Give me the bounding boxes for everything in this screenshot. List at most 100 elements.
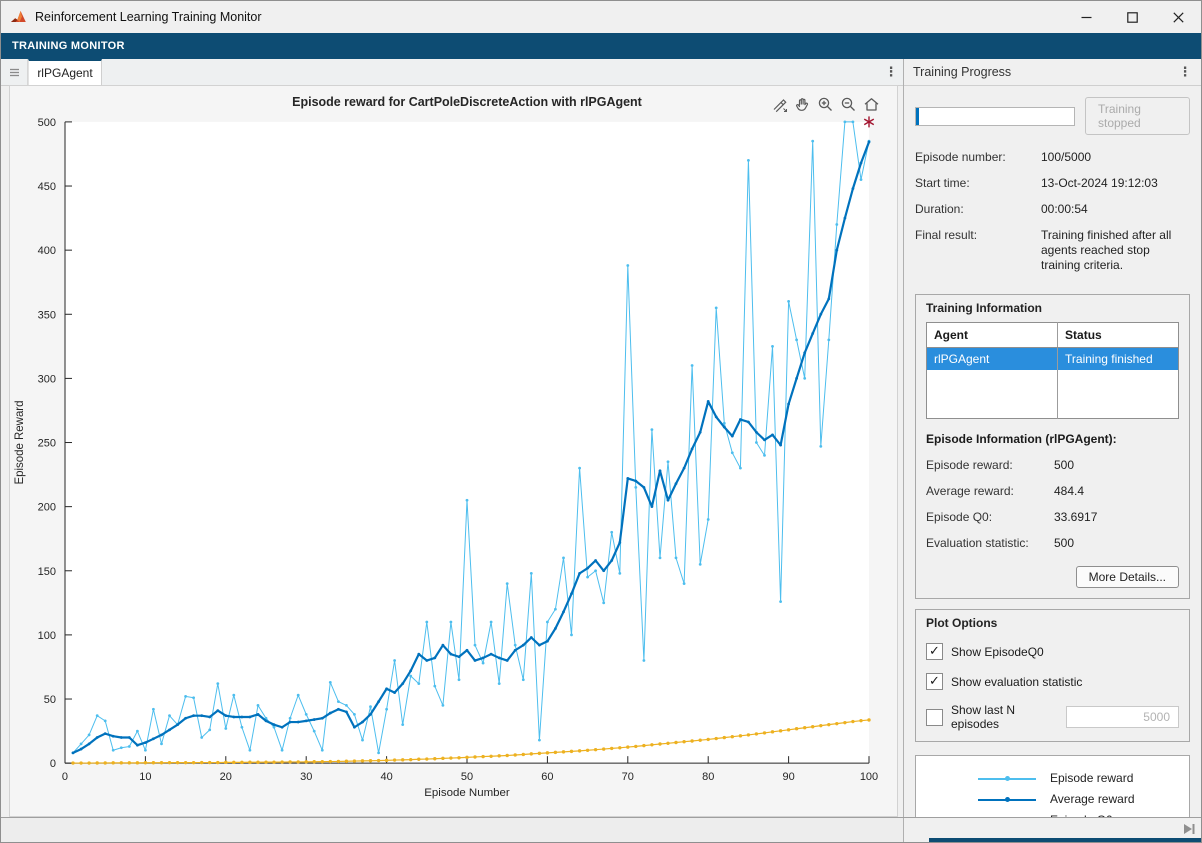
episode-information-title: Episode Information (rlPGAgent):	[926, 432, 1179, 446]
window-controls	[1063, 1, 1201, 33]
svg-text:450: 450	[38, 181, 56, 193]
field-label: Evaluation statistic:	[926, 536, 1046, 562]
checkbox-row: ✓ Show EpisodeQ0	[926, 643, 1179, 660]
cell-status: Training finished	[1058, 348, 1179, 371]
training-progress-panel: Training Progress ⋮ Training stopped Epi…	[904, 59, 1201, 817]
field-value: 500	[1054, 536, 1179, 562]
plot-options-title: Plot Options	[926, 616, 1179, 630]
field-value: 484.4	[1054, 484, 1179, 510]
checkbox-label: Show evaluation statistic	[951, 675, 1082, 689]
progress-fill	[916, 108, 919, 125]
field-value: Training finished after all agents reach…	[1041, 228, 1190, 284]
show-last-n-episodes-checkbox[interactable]	[926, 709, 943, 726]
zoom-in-icon[interactable]	[816, 95, 835, 114]
field-label: Episode Q0:	[926, 510, 1046, 536]
training-progress-bar	[915, 107, 1075, 126]
checkbox-label: Show last N episodes	[951, 703, 1058, 731]
panel-options-button[interactable]: ⋮	[1173, 65, 1197, 80]
figure-scrollbar[interactable]	[1, 818, 904, 842]
svg-text:350: 350	[38, 309, 56, 321]
table-header-status: Status	[1058, 323, 1179, 348]
more-details-button[interactable]: More Details...	[1076, 566, 1179, 588]
svg-text:400: 400	[38, 245, 56, 257]
progress-fields: Episode number: 100/5000 Start time: 13-…	[915, 150, 1190, 284]
table-empty-space	[927, 370, 1179, 419]
minimize-icon	[1081, 12, 1092, 23]
app-window: Reinforcement Learning Training Monitor …	[0, 0, 1202, 843]
training-information-title: Training Information	[926, 301, 1179, 315]
table-row[interactable]: rlPGAgent Training finished	[927, 348, 1179, 371]
training-chart: 0102030405060708090100050100150200250300…	[10, 86, 897, 816]
window-title: Reinforcement Learning Training Monitor	[35, 10, 262, 24]
show-episodeq0-checkbox[interactable]: ✓	[926, 643, 943, 660]
checkbox-row: ✓ Show evaluation statistic	[926, 673, 1179, 690]
field-value: 00:00:54	[1041, 202, 1190, 228]
field-label: Episode number:	[915, 150, 1033, 176]
zoom-out-icon[interactable]	[839, 95, 858, 114]
field-value: 100/5000	[1041, 150, 1190, 176]
axes-toolbar	[770, 95, 881, 114]
panel-title: Training Progress	[913, 65, 1011, 79]
svg-text:80: 80	[702, 771, 714, 783]
agent-status-table: Agent Status rlPGAgent Training finished	[926, 322, 1179, 419]
chart-legend: Episode reward Average reward	[915, 755, 1190, 817]
plot-options-box: Plot Options ✓ Show EpisodeQ0 ✓ Show eva…	[915, 609, 1190, 742]
svg-text:250: 250	[38, 438, 56, 450]
svg-text:150: 150	[38, 566, 56, 578]
field-label: Final result:	[915, 228, 1033, 284]
document-tabstrip: rlPGAgent ⋮	[1, 59, 903, 86]
titlebar: Reinforcement Learning Training Monitor	[1, 1, 1201, 33]
field-label: Start time:	[915, 176, 1033, 202]
restore-view-home-icon[interactable]	[862, 95, 881, 114]
training-stopped-button[interactable]: Training stopped	[1085, 97, 1190, 135]
checkbox-label: Show EpisodeQ0	[951, 645, 1044, 659]
svg-text:200: 200	[38, 502, 56, 514]
svg-text:0: 0	[50, 758, 56, 770]
legend-label: Episode reward	[1050, 771, 1133, 786]
average-reward-line-sample	[978, 794, 1036, 806]
tab-rlpgagent[interactable]: rlPGAgent	[28, 59, 102, 85]
legend-entry-average-reward: Average reward	[922, 789, 1183, 810]
training-information-box: Training Information Agent Status rlPGAg…	[915, 294, 1190, 599]
panel-body: Training stopped Episode number: 100/500…	[904, 86, 1201, 817]
svg-text:30: 30	[300, 771, 312, 783]
main-area: rlPGAgent ⋮	[1, 59, 1201, 817]
tabstrip-overflow-button[interactable]: ⋮	[879, 59, 903, 85]
svg-text:20: 20	[220, 771, 232, 783]
pan-icon[interactable]	[793, 95, 812, 114]
statusbar	[1, 817, 1201, 842]
svg-text:Episode reward for CartPoleDis: Episode reward for CartPoleDiscreteActio…	[292, 95, 642, 109]
svg-text:Episode Number: Episode Number	[424, 787, 510, 799]
field-label: Average reward:	[926, 484, 1046, 510]
n-episodes-input[interactable]	[1066, 706, 1179, 728]
close-icon	[1173, 12, 1184, 23]
document-list-icon	[9, 67, 20, 78]
matlab-logo-icon	[10, 9, 27, 25]
field-label: Episode reward:	[926, 458, 1046, 484]
svg-text:0: 0	[62, 771, 68, 783]
progress-row: Training stopped	[915, 97, 1190, 135]
svg-text:100: 100	[860, 771, 878, 783]
legend-entry-episode-reward: Episode reward	[922, 768, 1183, 789]
legend-label: Average reward	[1050, 792, 1135, 807]
svg-text:300: 300	[38, 373, 56, 385]
cell-agent: rlPGAgent	[927, 348, 1058, 371]
minimize-button[interactable]	[1063, 1, 1109, 33]
svg-text:100: 100	[38, 630, 56, 642]
document-bar-menu-button[interactable]	[1, 59, 28, 85]
window-bottom-accent	[929, 838, 1201, 842]
svg-text:500: 500	[38, 117, 56, 129]
maximize-button[interactable]	[1109, 1, 1155, 33]
show-evaluation-statistic-checkbox[interactable]: ✓	[926, 673, 943, 690]
export-figure-icon[interactable]	[770, 95, 789, 114]
close-button[interactable]	[1155, 1, 1201, 33]
svg-text:Episode Reward: Episode Reward	[14, 401, 26, 485]
field-value: 13-Oct-2024 19:12:03	[1041, 176, 1190, 202]
svg-text:70: 70	[622, 771, 634, 783]
ribbon-tab-training-monitor[interactable]: TRAINING MONITOR	[12, 40, 125, 52]
panel-header: Training Progress ⋮	[904, 59, 1201, 86]
svg-text:40: 40	[380, 771, 392, 783]
svg-text:50: 50	[461, 771, 473, 783]
svg-text:60: 60	[541, 771, 553, 783]
field-value: 33.6917	[1054, 510, 1179, 536]
